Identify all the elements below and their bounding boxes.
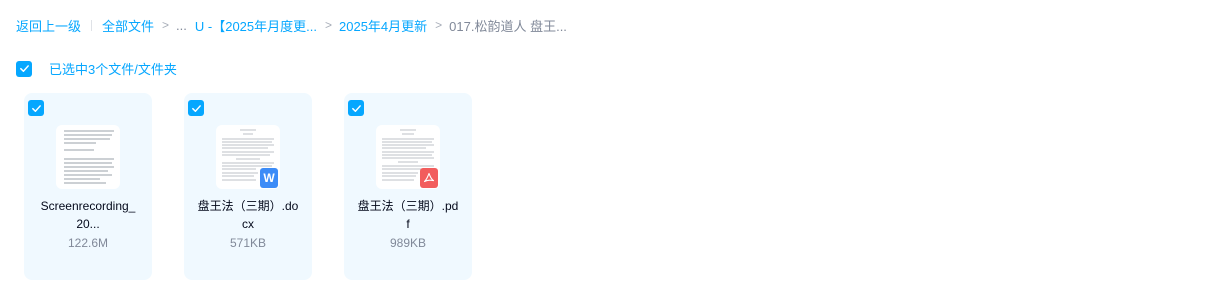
word-file-icon: W <box>260 168 278 188</box>
selection-count-text: 已选中3个文件/文件夹 <box>49 62 177 77</box>
select-all-checkbox[interactable] <box>16 60 32 77</box>
breadcrumb-current: 017.松韵道人 盘王... <box>449 18 567 34</box>
file-size: 989KB <box>389 236 427 250</box>
chevron-right-icon: > <box>324 18 332 32</box>
back-link[interactable]: 返回上一级 <box>16 16 81 35</box>
acrobat-icon <box>423 172 435 183</box>
check-icon <box>19 65 29 72</box>
file-name[interactable]: 盘王法（三期）.do cx <box>192 197 304 233</box>
file-size: 571KB <box>229 236 267 250</box>
file-card[interactable]: W 盘王法（三期）.do cx 571KB <box>184 93 312 280</box>
breadcrumb-ellipsis[interactable]: ... <box>176 18 187 33</box>
file-card[interactable]: 盘王法（三期）.pd f 989KB <box>344 93 472 280</box>
breadcrumb-divider <box>91 19 93 31</box>
selection-bar: 已选中3个文件/文件夹 <box>16 59 177 78</box>
file-name[interactable]: 盘王法（三期）.pd f <box>352 197 464 233</box>
file-checkbox[interactable] <box>28 100 44 116</box>
file-thumbnail <box>56 125 120 189</box>
file-size: 122.6M <box>67 236 109 250</box>
pdf-file-icon <box>420 168 438 188</box>
file-checkbox[interactable] <box>188 100 204 116</box>
chevron-right-icon: > <box>162 18 170 32</box>
check-icon <box>31 104 41 112</box>
breadcrumb-all-files[interactable]: 全部文件 <box>102 16 154 35</box>
file-name[interactable]: Screenrecording_ 20... <box>32 197 144 233</box>
breadcrumb-folder-april[interactable]: 2025年4月更新 <box>339 16 427 35</box>
file-card[interactable]: Screenrecording_ 20... 122.6M <box>24 93 152 280</box>
file-checkbox[interactable] <box>348 100 364 116</box>
document-preview-icon <box>64 130 114 184</box>
check-icon <box>351 104 361 112</box>
breadcrumb-folder-monthly[interactable]: U -【2025年月度更... <box>195 16 317 35</box>
check-icon <box>191 104 201 112</box>
breadcrumb: 返回上一级 全部文件 > ... U -【2025年月度更... > 2025年… <box>16 16 567 34</box>
chevron-right-icon: > <box>435 18 443 32</box>
